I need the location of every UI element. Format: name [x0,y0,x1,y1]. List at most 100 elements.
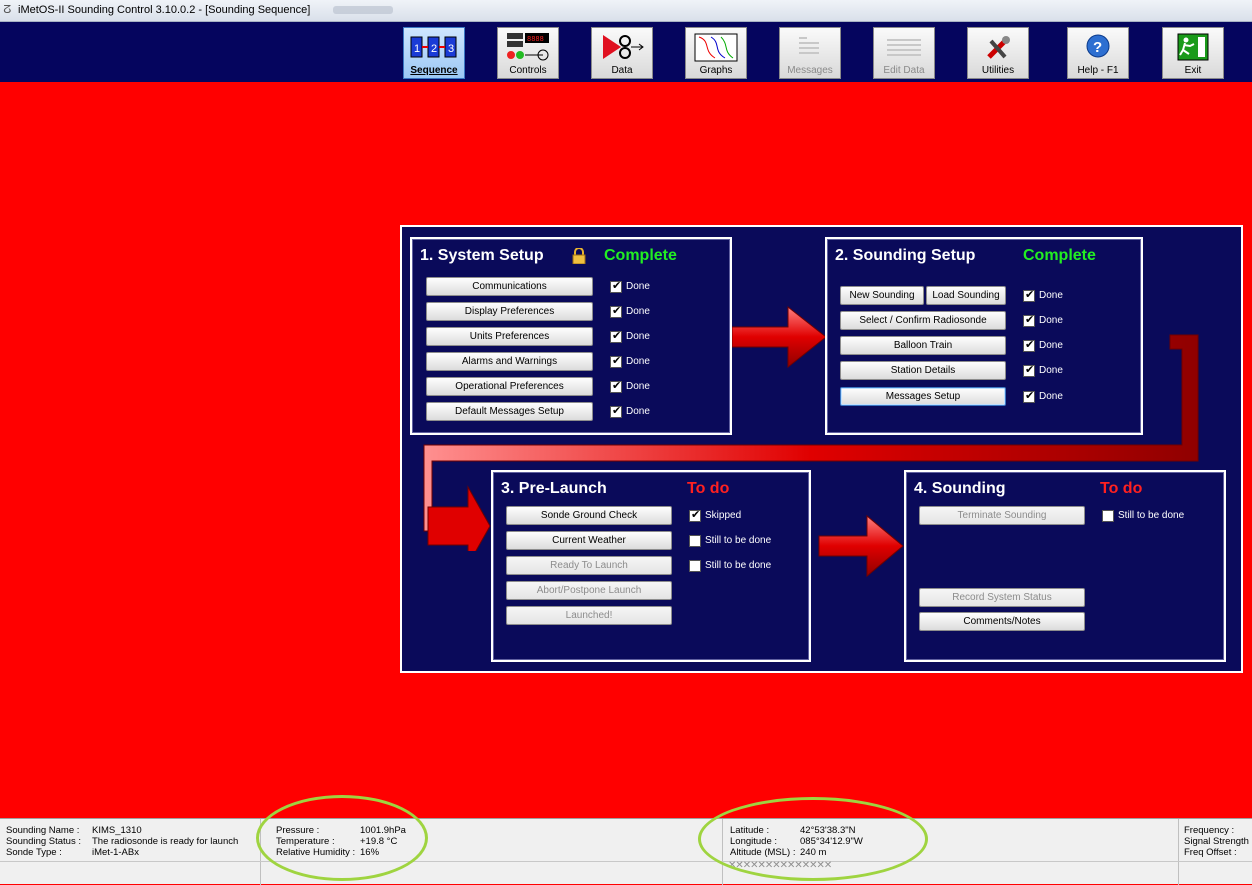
sequence-canvas: 1. System Setup Complete Communications … [400,225,1243,673]
todo-checkbox[interactable]: Still to be done [1102,509,1184,523]
data-button[interactable]: Data [591,27,653,79]
frequency-label: Frequency : [1184,825,1235,836]
status-row-divider [0,861,1252,862]
svg-text:1: 1 [414,43,420,55]
edit-data-button[interactable]: Edit Data [873,27,935,79]
abort-launch-button[interactable]: Abort/Postpone Launch [506,581,672,600]
sounding-setup-status: Complete [1023,247,1096,264]
display-preferences-button[interactable]: Display Preferences [426,302,593,321]
new-sounding-button[interactable]: New Sounding [840,286,924,305]
checkbox-label: Done [626,356,650,367]
done-checkbox[interactable]: Done [1023,364,1063,378]
title-bar: ⵒ iMetOS-II Sounding Control 3.10.0.2 - … [0,0,1252,22]
checkbox-label: Still to be done [1118,510,1185,521]
load-sounding-button[interactable]: Load Sounding [926,286,1006,305]
data-icon [603,35,644,59]
messages-button[interactable]: Messages [779,27,841,79]
done-checkbox[interactable]: Done [610,305,650,319]
edit-data-label: Edit Data [883,65,925,76]
lock-icon [572,248,586,264]
sonde-ground-check-button[interactable]: Sonde Ground Check [506,506,672,525]
messages-label: Messages [787,65,833,76]
todo-checkbox[interactable]: Still to be done [689,559,771,573]
done-checkbox[interactable]: Done [610,280,650,294]
exit-icon [1177,33,1209,61]
comments-notes-button[interactable]: Comments/Notes [919,612,1085,631]
help-button[interactable]: ? Help - F1 [1067,27,1129,79]
terminate-sounding-button[interactable]: Terminate Sounding [919,506,1085,525]
checkbox-label: Still to be done [705,535,772,546]
launched-button[interactable]: Launched! [506,606,672,625]
main-toolbar: 1 2 3 Sequence 8888 Controls Data Graphs… [0,22,1252,82]
sounding-name-label: Sounding Name : [6,825,80,836]
status-bar: Sounding Name : KIMS_1310 Sounding Statu… [0,818,1252,885]
skipped-checkbox[interactable]: Skipped [689,509,741,523]
checkbox-label: Skipped [705,510,742,521]
sounding-setup-panel: 2. Sounding Setup Complete New Sounding … [825,237,1143,435]
sounding-status-value: The radiosonde is ready for launch [92,836,239,847]
sounding-setup-title: 2. Sounding Setup [835,247,976,264]
messages-icon [799,37,819,54]
controls-icon: 8888 [507,33,549,61]
svg-text:2: 2 [431,43,437,55]
todo-checkbox[interactable]: Still to be done [689,534,771,548]
svg-text:?: ? [1093,39,1102,56]
controls-button[interactable]: 8888 Controls [497,27,559,79]
graphs-button[interactable]: Graphs [685,27,747,79]
pre-launch-title: 3. Pre-Launch [501,480,607,497]
done-checkbox[interactable]: Done [610,355,650,369]
sequence-label: Sequence [410,65,458,76]
edit-data-icon [887,39,921,56]
exit-button[interactable]: Exit [1162,27,1224,79]
utilities-icon [987,36,1010,59]
sequence-button[interactable]: 1 2 3 Sequence [403,27,465,79]
done-checkbox[interactable]: Done [1023,390,1063,404]
units-preferences-button[interactable]: Units Preferences [426,327,593,346]
checkbox-label: Done [626,331,650,342]
done-checkbox[interactable]: Done [1023,289,1063,303]
balloon-train-button[interactable]: Balloon Train [840,336,1006,355]
sequence-icon: 1 2 3 [410,36,457,58]
exit-label: Exit [1184,65,1202,76]
sonde-type-value: iMet-1-ABx [92,847,139,858]
blurred-title-text [333,6,394,15]
default-messages-setup-button[interactable]: Default Messages Setup [426,402,593,421]
system-setup-title: 1. System Setup [420,247,544,264]
window-title: iMetOS-II Sounding Control 3.10.0.2 - [S… [18,4,311,16]
done-checkbox[interactable]: Done [1023,339,1063,353]
utilities-button[interactable]: Utilities [967,27,1029,79]
freq-offset-label: Freq Offset : [1184,847,1237,858]
checkbox-label: Done [1039,340,1063,351]
system-setup-status: Complete [604,247,677,264]
done-checkbox[interactable]: Done [610,330,650,344]
app-icon: ⵒ [3,4,12,16]
operational-preferences-button[interactable]: Operational Preferences [426,377,593,396]
status-divider [1178,819,1179,885]
highlight-ellipse [256,795,428,881]
checkbox-label: Done [626,281,650,292]
record-system-status-button[interactable]: Record System Status [919,588,1085,607]
checkbox-label: Done [1039,365,1063,376]
svg-text:8888: 8888 [527,36,544,44]
communications-button[interactable]: Communications [426,277,593,296]
utilities-label: Utilities [981,65,1015,76]
checkbox-label: Done [626,406,650,417]
alarms-warnings-button[interactable]: Alarms and Warnings [426,352,593,371]
help-icon: ? [1086,34,1110,58]
done-checkbox[interactable]: Done [610,405,650,419]
current-weather-button[interactable]: Current Weather [506,531,672,550]
ready-to-launch-button[interactable]: Ready To Launch [506,556,672,575]
done-checkbox[interactable]: Done [1023,314,1063,328]
checkbox-label: Done [1039,315,1063,326]
done-checkbox[interactable]: Done [610,380,650,394]
pre-launch-status: To do [687,480,730,497]
station-details-button[interactable]: Station Details [840,361,1006,380]
data-label: Data [611,65,633,76]
system-setup-panel: 1. System Setup Complete Communications … [410,237,732,435]
checkbox-label: Done [1039,290,1063,301]
sounding-status-label: Sounding Status : [6,836,81,847]
messages-setup-button[interactable]: Messages Setup [840,387,1006,406]
help-label: Help - F1 [1077,65,1119,76]
sounding-title: 4. Sounding [914,480,1006,497]
select-radiosonde-button[interactable]: Select / Confirm Radiosonde [840,311,1006,330]
